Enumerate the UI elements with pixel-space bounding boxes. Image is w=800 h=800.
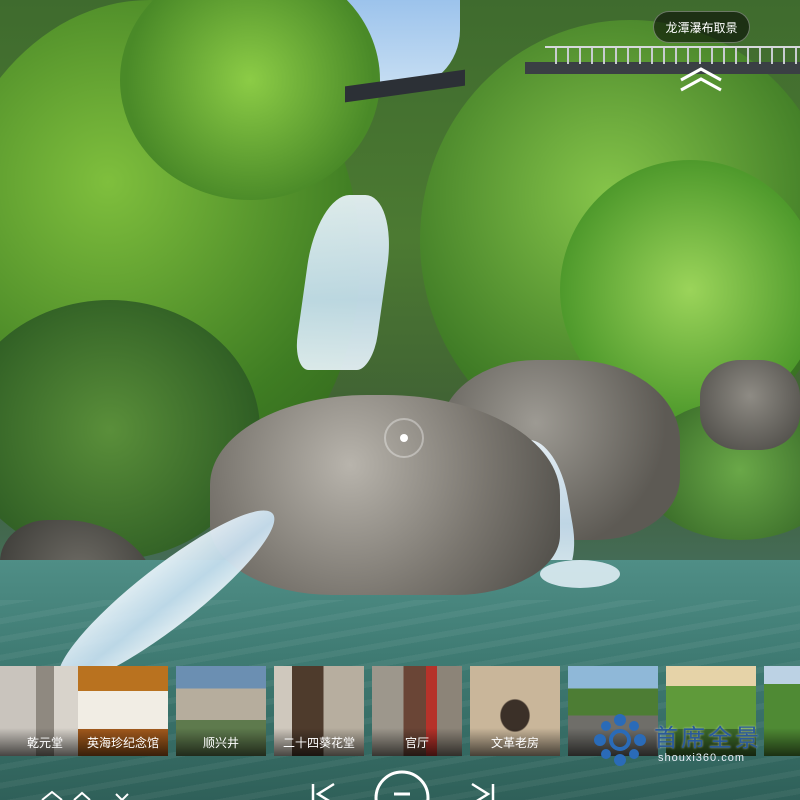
splash: [540, 560, 620, 588]
skip-next-icon[interactable]: [468, 782, 496, 800]
playback-controls: [0, 760, 800, 800]
thumbnail-item[interactable]: 顺兴井: [176, 666, 266, 756]
play-pause-icon[interactable]: [374, 770, 430, 800]
skip-previous-icon[interactable]: [310, 782, 338, 800]
brand-name: 首席全景: [654, 724, 762, 752]
thumbnail-item[interactable]: 二十四葵花堂: [274, 666, 364, 756]
rock: [700, 360, 800, 450]
thumbnail-label: 乾元堂: [0, 728, 90, 756]
thumbnail-label: 二十四葵花堂: [274, 728, 364, 756]
thumbnail-item[interactable]: 文革老房: [470, 666, 560, 756]
footbridge: [345, 40, 800, 110]
thumbnail-item[interactable]: 乾元堂: [0, 666, 90, 756]
thumbnail-label: 官厅: [372, 728, 462, 756]
thumbnail-label: 英海珍纪念馆: [78, 728, 168, 756]
thumbnail-item[interactable]: 英海珍纪念馆: [78, 666, 168, 756]
gyroscope-icon[interactable]: [38, 790, 134, 800]
thumbnail-item[interactable]: 官厅: [372, 666, 462, 756]
hotspot-marker[interactable]: [384, 418, 424, 458]
thumbnail-label: 文革老房: [470, 728, 560, 756]
scene-title-button[interactable]: 龙潭瀑布取景: [653, 11, 750, 43]
double-chevron-up-icon[interactable]: [676, 66, 726, 92]
central-boulder: [210, 395, 560, 595]
thumbnail-label: 顺兴井: [176, 728, 266, 756]
